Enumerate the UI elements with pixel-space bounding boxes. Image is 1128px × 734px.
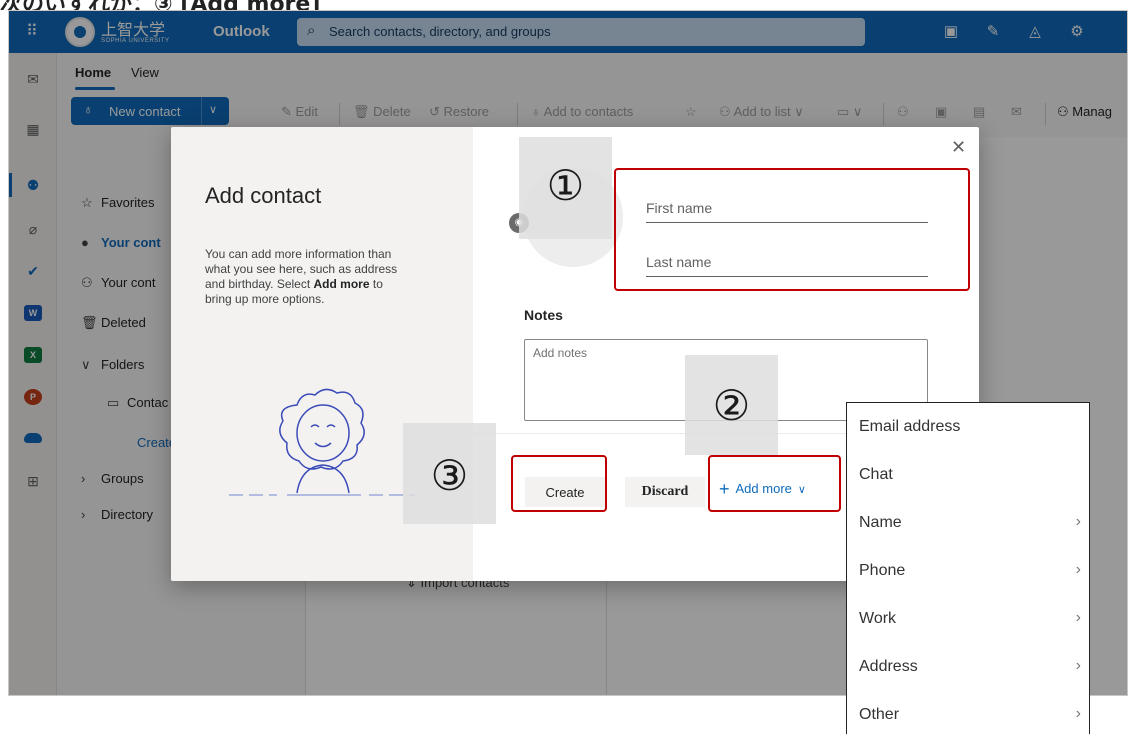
menu-item-work[interactable]: Work › — [859, 599, 1081, 639]
callout-1: ① — [519, 137, 612, 239]
add-more-menu: Email address Chat Name › Phone › Work › Ad… — [846, 402, 1090, 734]
callout-3: ③ — [403, 423, 496, 524]
chevron-right-icon: › — [1075, 561, 1081, 578]
caption-text: 次のいずれか：③ [Add more] — [0, 0, 320, 10]
chevron-right-icon: › — [1075, 657, 1081, 674]
dialog-title: Add contact — [205, 183, 322, 208]
screenshot-root: 次のいずれか：③ [Add more] ⠿ 上智大学 SOPHIA UNIVER… — [0, 0, 1128, 734]
chevron-right-icon: › — [1075, 609, 1081, 626]
callout-number: ① — [546, 161, 585, 210]
menu-item-phone[interactable]: Phone › — [859, 551, 1081, 591]
chevron-right-icon: › — [1075, 513, 1081, 530]
person-illustration — [229, 388, 415, 496]
menu-item-email-address[interactable]: Email address — [859, 407, 1081, 447]
callout-number: ② — [712, 381, 751, 430]
description-bold: Add more — [313, 277, 370, 291]
menu-item-label: Phone — [859, 562, 906, 579]
menu-item-chat[interactable]: Chat — [859, 455, 1081, 495]
callout-2: ② — [685, 355, 778, 455]
annotation-create-button — [511, 455, 607, 512]
annotation-add-more-button — [708, 455, 841, 512]
menu-item-label: Chat — [859, 466, 893, 483]
menu-item-label: Email address — [859, 418, 961, 435]
menu-item-label: Address — [859, 658, 918, 675]
caption-strip: 次のいずれか：③ [Add more] — [0, 0, 1128, 10]
close-icon[interactable]: ✕ — [951, 137, 966, 158]
callout-number: ③ — [430, 451, 469, 500]
menu-item-address[interactable]: Address › — [859, 647, 1081, 687]
chevron-right-icon: › — [1075, 705, 1081, 722]
menu-item-label: Name — [859, 514, 902, 531]
dialog-description: You can add more information than what y… — [205, 247, 405, 307]
menu-item-label: Work — [859, 610, 897, 627]
discard-button[interactable]: Discard — [625, 477, 705, 507]
annotation-name-fields — [614, 168, 970, 291]
menu-item-name[interactable]: Name › — [859, 503, 1081, 543]
menu-item-label: Other — [859, 706, 900, 723]
notes-label: Notes — [524, 307, 563, 323]
menu-item-other[interactable]: Other › — [859, 695, 1081, 734]
